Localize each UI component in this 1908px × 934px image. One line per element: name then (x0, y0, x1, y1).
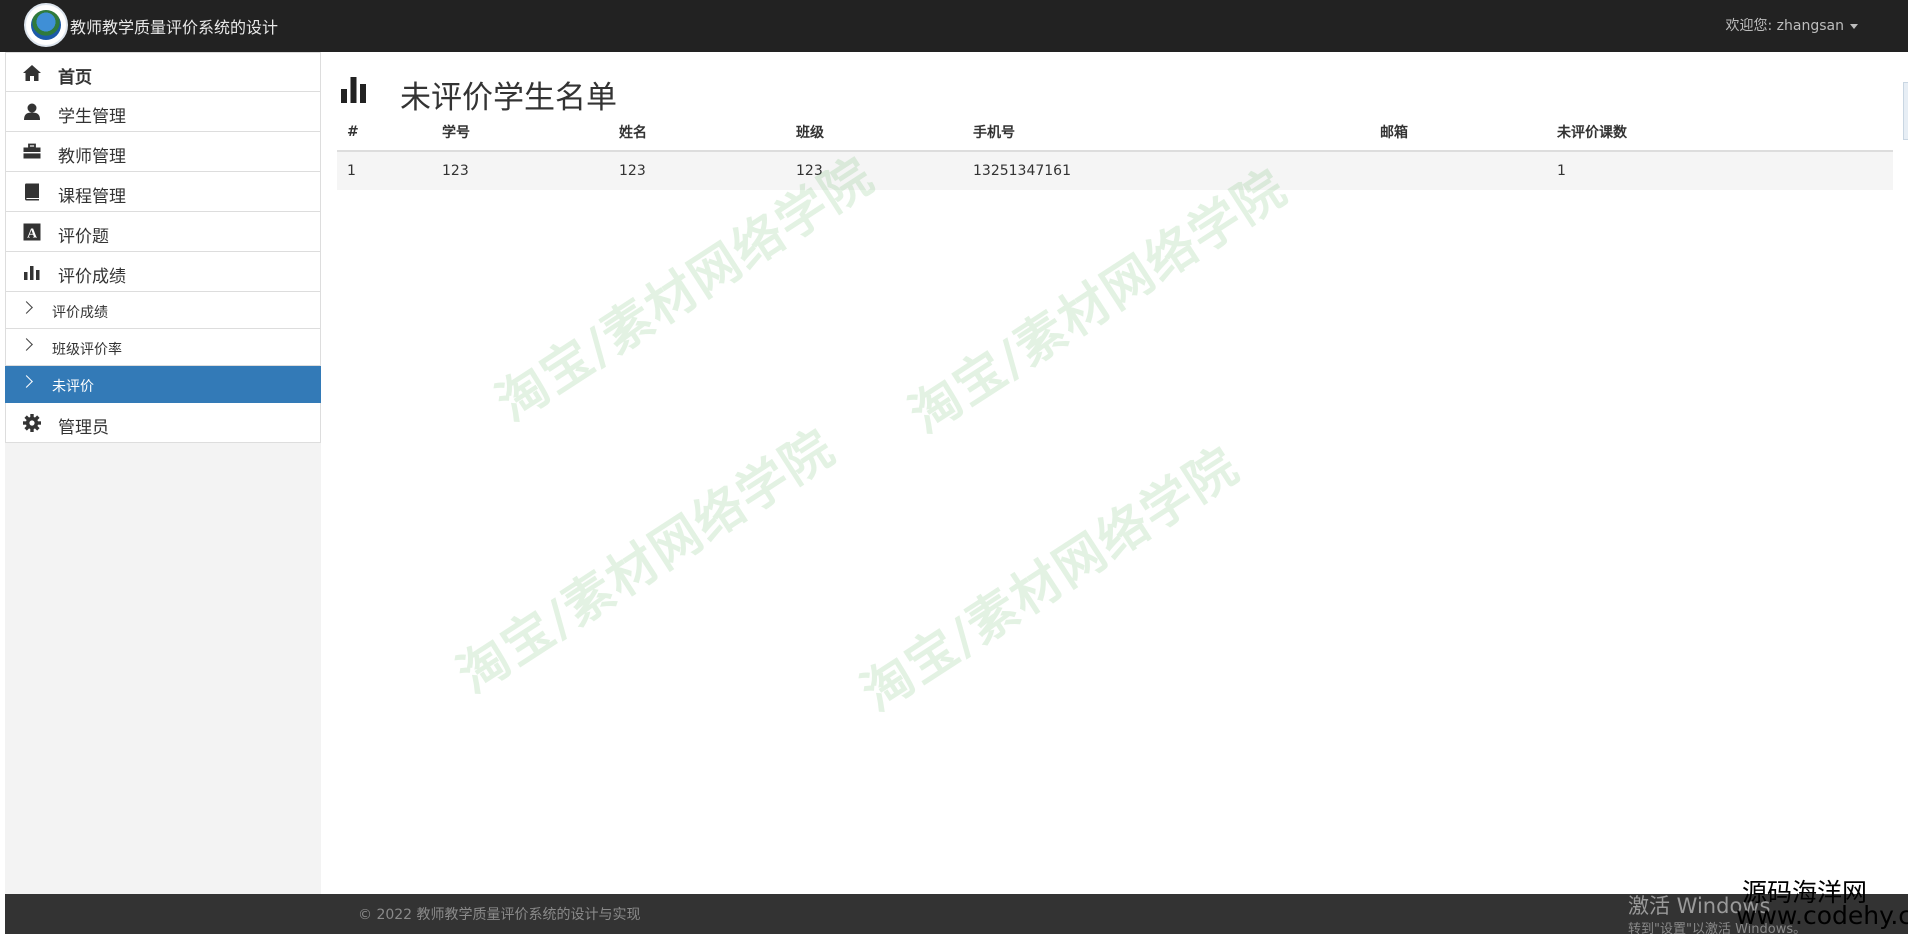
column-header-class: 班级 (786, 114, 963, 152)
school-logo-icon[interactable] (24, 3, 68, 47)
font-icon: A (23, 223, 41, 242)
book-icon (25, 183, 39, 201)
column-header-phone: 手机号 (963, 114, 1370, 152)
cell-index: 1 (337, 151, 432, 190)
sidebar-item-teachers[interactable]: 教师管理 (5, 132, 321, 172)
sidebar-item-label: 学生管理 (58, 107, 126, 127)
sidebar-subitem-unevaluated[interactable]: 未评价 (5, 366, 321, 403)
table-row: 1 123 123 123 13251347161 1 (337, 151, 1893, 190)
corner-site-url: www.codehy.com (1736, 901, 1908, 930)
sidebar-item-label: 评价题 (58, 227, 109, 247)
sidebar-item-label: 课程管理 (58, 187, 126, 207)
chevron-right-icon (20, 375, 33, 388)
sidebar-nav: 首页 学生管理 教师管理 课程管理 A 评价题 评价成绩 评价成绩 班级评价率 … (5, 52, 321, 443)
sidebar-item-students[interactable]: 学生管理 (5, 92, 321, 132)
cell-name: 123 (609, 151, 786, 190)
chevron-right-icon (20, 338, 33, 351)
table-header-row: # 学号 姓名 班级 手机号 邮箱 未评价课数 (337, 114, 1893, 152)
sidebar: 首页 学生管理 教师管理 课程管理 A 评价题 评价成绩 评价成绩 班级评价率 … (5, 52, 321, 894)
cell-phone: 13251347161 (963, 151, 1370, 190)
page-title: 未评价学生名单 (400, 80, 617, 116)
user-menu-dropdown[interactable]: 欢迎您: zhangsan (1726, 15, 1858, 35)
watermark-text: 淘宝/素材网络学院 (899, 158, 1298, 445)
stats-icon (341, 77, 366, 103)
column-header-student-id: 学号 (432, 114, 609, 152)
caret-down-icon (1850, 23, 1858, 29)
sidebar-subitem-label: 未评价 (52, 379, 94, 395)
sidebar-subitem-scores[interactable]: 评价成绩 (5, 292, 321, 329)
stats-icon (24, 266, 40, 280)
footer-copyright: © 2022 教师教学质量评价系统的设计与实现 (358, 907, 641, 923)
sidebar-subitem-label: 班级评价率 (52, 342, 122, 358)
cell-unevaluated-count: 1 (1547, 151, 1893, 190)
sidebar-subitem-label: 评价成绩 (52, 305, 108, 321)
sidebar-item-courses[interactable]: 课程管理 (5, 172, 321, 212)
sidebar-item-admin[interactable]: 管理员 (5, 403, 321, 443)
sidebar-subitem-class-rate[interactable]: 班级评价率 (5, 329, 321, 366)
cell-email (1370, 151, 1547, 190)
sidebar-item-home[interactable]: 首页 (5, 52, 321, 92)
side-drawer-handle[interactable] (1903, 82, 1908, 140)
cell-student-id: 123 (432, 151, 609, 190)
user-menu-label: 欢迎您: zhangsan (1725, 18, 1844, 34)
user-icon (24, 103, 40, 120)
watermark-text: 淘宝/素材网络学院 (447, 418, 846, 705)
sidebar-item-label: 教师管理 (58, 147, 126, 167)
svg-text:A: A (27, 227, 38, 242)
cog-icon (23, 414, 41, 432)
sidebar-item-scores[interactable]: 评价成绩 (5, 252, 321, 292)
brand-title[interactable]: 教师教学质量评价系统的设计 (70, 14, 278, 38)
column-header-index: # (337, 114, 432, 152)
column-header-name: 姓名 (609, 114, 786, 152)
chevron-right-icon (20, 301, 33, 314)
watermark-text: 淘宝/素材网络学院 (851, 436, 1250, 723)
sidebar-item-questions[interactable]: A 评价题 (5, 212, 321, 252)
sidebar-item-label: 首页 (58, 68, 92, 88)
unevaluated-students-table: # 学号 姓名 班级 手机号 邮箱 未评价课数 1 123 123 123 13… (337, 114, 1893, 190)
briefcase-icon (23, 143, 41, 159)
top-navbar: 教师教学质量评价系统的设计 欢迎您: zhangsan (0, 0, 1908, 52)
column-header-unevaluated-count: 未评价课数 (1547, 114, 1893, 152)
sidebar-item-label: 管理员 (58, 418, 109, 438)
sidebar-item-label: 评价成绩 (58, 267, 126, 287)
column-header-email: 邮箱 (1370, 114, 1547, 152)
footer (5, 894, 1908, 934)
home-icon (23, 65, 41, 81)
cell-class: 123 (786, 151, 963, 190)
